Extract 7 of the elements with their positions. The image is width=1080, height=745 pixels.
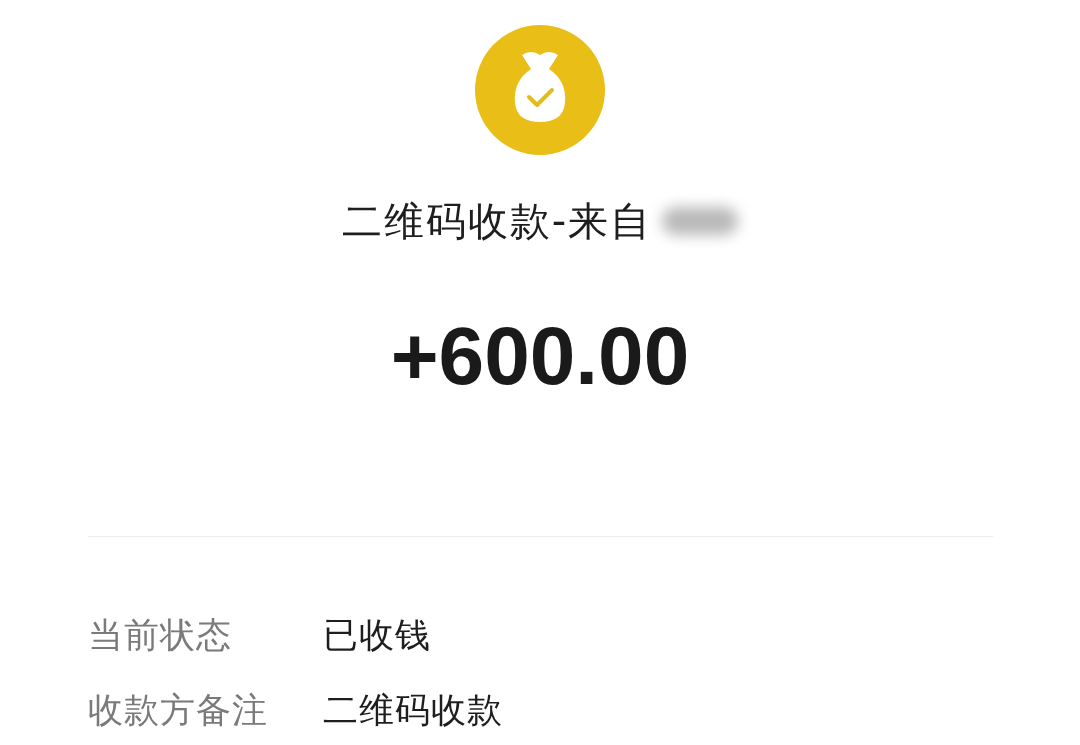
amount-text: +600.00 — [390, 315, 690, 397]
detail-value: 二维码收款 — [323, 688, 503, 732]
transaction-title: 二维码收款-来自 — [341, 197, 653, 245]
money-bag-check-icon — [475, 25, 605, 155]
detail-value: 已收钱 — [323, 613, 431, 657]
detail-label: 当前状态 — [88, 613, 233, 657]
detail-label: 收款方备注 — [88, 688, 269, 732]
